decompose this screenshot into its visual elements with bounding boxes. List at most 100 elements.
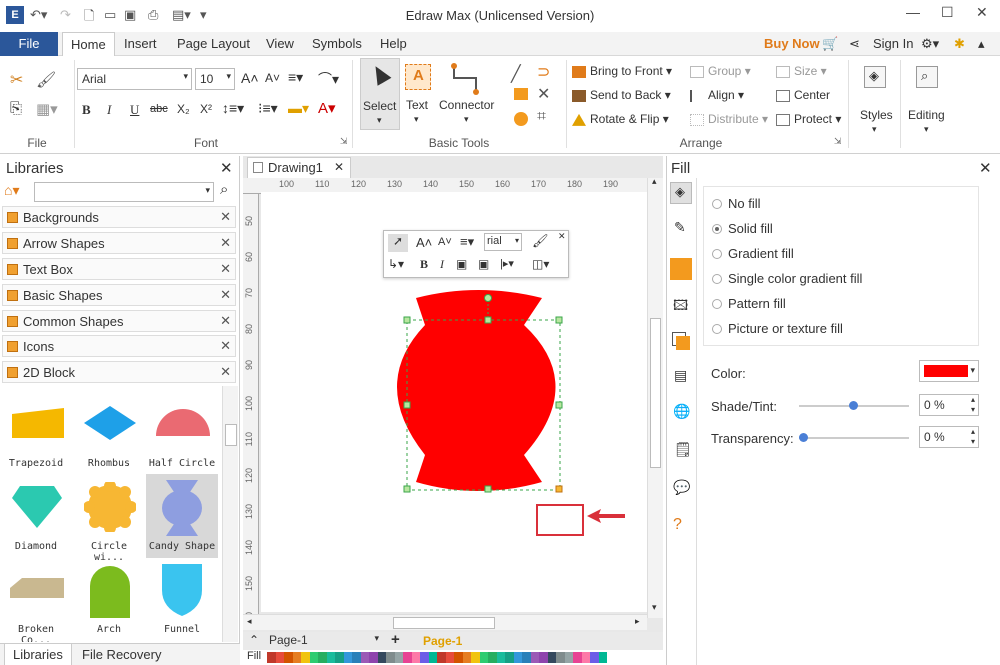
arc-tool-icon[interactable]: ⊃	[537, 62, 550, 82]
mini-distribute-icon[interactable]: |▸▾	[500, 257, 514, 270]
vertical-scroll-thumb[interactable]	[650, 318, 661, 468]
text-tool-icon[interactable]: A	[405, 64, 431, 90]
color-swatch-item[interactable]	[411, 652, 420, 663]
color-swatch-item[interactable]	[437, 652, 446, 663]
font-name-select[interactable]: Arial ▾	[77, 68, 192, 90]
color-swatches[interactable]	[267, 652, 607, 663]
ribbon-collapse-icon[interactable]: ▴	[978, 36, 985, 52]
editing-button[interactable]: Editing	[908, 108, 945, 122]
pattern-fill-label[interactable]: Pattern fill	[728, 296, 786, 311]
superscript-button[interactable]: X²	[200, 102, 212, 116]
settings-gear-icon[interactable]: ⚙▾	[921, 36, 939, 52]
italic-button[interactable]: I	[107, 102, 111, 118]
circle-wave-shape[interactable]	[84, 482, 136, 532]
minimize-icon[interactable]: —	[906, 4, 920, 20]
close-libraries-icon[interactable]: ✕	[220, 159, 233, 177]
mini-bold-button[interactable]: B	[420, 257, 428, 272]
library-item-arrow-shapes[interactable]: Arrow Shapes ✕	[2, 232, 236, 254]
tab-view[interactable]: View	[266, 36, 294, 51]
library-item-basic-shapes[interactable]: Basic Shapes ✕	[2, 284, 236, 306]
color-swatch-item[interactable]	[326, 652, 335, 663]
selection-handles[interactable]	[381, 282, 581, 542]
file-menu[interactable]: File	[0, 32, 58, 56]
tab-file-recovery[interactable]: File Recovery	[82, 647, 161, 662]
rectangle-tool-icon[interactable]	[514, 88, 528, 100]
buy-now-link[interactable]: Buy Now	[764, 36, 820, 51]
bring-to-front-button[interactable]: Bring to Front ▾	[572, 64, 672, 78]
image-tab-icon[interactable]: 🖾	[670, 294, 692, 316]
mini-grow-font-icon[interactable]: A˄	[416, 235, 432, 250]
color-swatch-item[interactable]	[479, 652, 488, 663]
shade-tint-thumb[interactable]	[849, 401, 858, 410]
mini-style-icon[interactable]: ◫▾	[532, 257, 549, 271]
gradient-fill-label[interactable]: Gradient fill	[728, 246, 794, 261]
close-library-icon[interactable]: ✕	[220, 261, 231, 277]
close-library-icon[interactable]: ✕	[220, 364, 231, 380]
solid-fill-radio[interactable]	[712, 224, 722, 234]
color-swatch-item[interactable]	[275, 652, 284, 663]
color-swatch-item[interactable]	[590, 652, 599, 663]
tab-drawing1[interactable]: Drawing1 ✕	[247, 157, 351, 178]
color-swatch-item[interactable]	[420, 652, 429, 663]
color-swatch-item[interactable]	[428, 652, 437, 663]
color-swatch-item[interactable]	[598, 652, 607, 663]
color-swatch-item[interactable]	[343, 652, 352, 663]
tab-page-layout[interactable]: Page Layout	[177, 36, 250, 51]
styles-icon[interactable]: ◈	[864, 66, 886, 88]
distribute-button[interactable]: Distribute ▾	[690, 112, 768, 126]
color-swatch-item[interactable]	[522, 652, 531, 663]
funnel-shape[interactable]	[158, 562, 206, 618]
color-swatch-item[interactable]	[403, 652, 412, 663]
horizontal-scroll-thumb[interactable]	[393, 617, 495, 629]
find-icon[interactable]: ⌕	[916, 66, 938, 88]
color-swatch-item[interactable]	[539, 652, 548, 663]
format-painter-icon[interactable]: 🖌	[36, 70, 56, 90]
no-fill-radio[interactable]	[712, 199, 722, 209]
send-to-back-button[interactable]: Send to Back ▾	[572, 88, 671, 102]
color-swatch-item[interactable]	[377, 652, 386, 663]
gallery-scrollbar[interactable]	[222, 386, 238, 642]
color-swatch-item[interactable]	[445, 652, 454, 663]
pattern-fill-radio[interactable]	[712, 299, 722, 309]
center-button[interactable]: Center	[776, 88, 830, 102]
rhombus-shape[interactable]	[82, 404, 138, 442]
color-swatch-item[interactable]	[360, 652, 369, 663]
transparency-input[interactable]: 0 % ▴ ▾	[919, 426, 979, 448]
page-select[interactable]: Page-1 ▾	[265, 633, 381, 649]
color-swatch-item[interactable]	[513, 652, 522, 663]
ellipse-tool-icon[interactable]	[514, 112, 528, 126]
search-icon[interactable]: ⌕	[220, 181, 228, 198]
close-library-icon[interactable]: ✕	[220, 235, 231, 251]
maximize-icon[interactable]: ☐	[941, 4, 954, 21]
color-swatch-item[interactable]	[496, 652, 505, 663]
gradient-fill-radio[interactable]	[712, 249, 722, 259]
theme-icon[interactable]: ✱	[954, 36, 965, 52]
library-item-icons[interactable]: Icons ✕	[2, 335, 236, 357]
mini-send-back-icon[interactable]: ▣	[478, 257, 489, 271]
cross-tool-icon[interactable]: ✕	[537, 84, 550, 104]
tab-insert[interactable]: Insert	[124, 36, 157, 51]
styles-button[interactable]: Styles	[860, 108, 893, 122]
library-item-text-box[interactable]: Text Box ✕	[2, 258, 236, 280]
color-swatch-item[interactable]	[471, 652, 480, 663]
mini-select-icon[interactable]: ➚	[388, 234, 408, 252]
help-icon[interactable]: ?	[670, 516, 692, 538]
mini-font-select[interactable]: rial ▾	[484, 233, 522, 251]
sign-in-link[interactable]: Sign In	[873, 36, 913, 51]
list-icon[interactable]: ⁝≡▾	[258, 100, 278, 117]
diamond-shape[interactable]	[10, 484, 64, 530]
color-swatch-item[interactable]	[369, 652, 378, 663]
copy-icon[interactable]: ⎘	[10, 100, 22, 117]
cut-icon[interactable]: ✂	[10, 70, 23, 90]
color-swatch-item[interactable]	[505, 652, 514, 663]
close-fill-panel-icon[interactable]: ✕	[979, 159, 992, 177]
connector-icon[interactable]	[450, 62, 480, 96]
arrange-dialog-launcher-icon[interactable]: ⇲	[834, 136, 842, 147]
strikethrough-button[interactable]: abc	[150, 103, 168, 115]
underline-button[interactable]: U	[130, 102, 139, 118]
library-item-common-shapes[interactable]: Common Shapes ✕	[2, 310, 236, 332]
fill-tab-icon[interactable]: ◈	[670, 182, 692, 204]
color-swatch-item[interactable]	[573, 652, 582, 663]
single-color-gradient-radio[interactable]	[712, 274, 722, 284]
tab-home[interactable]: Home	[62, 32, 115, 57]
